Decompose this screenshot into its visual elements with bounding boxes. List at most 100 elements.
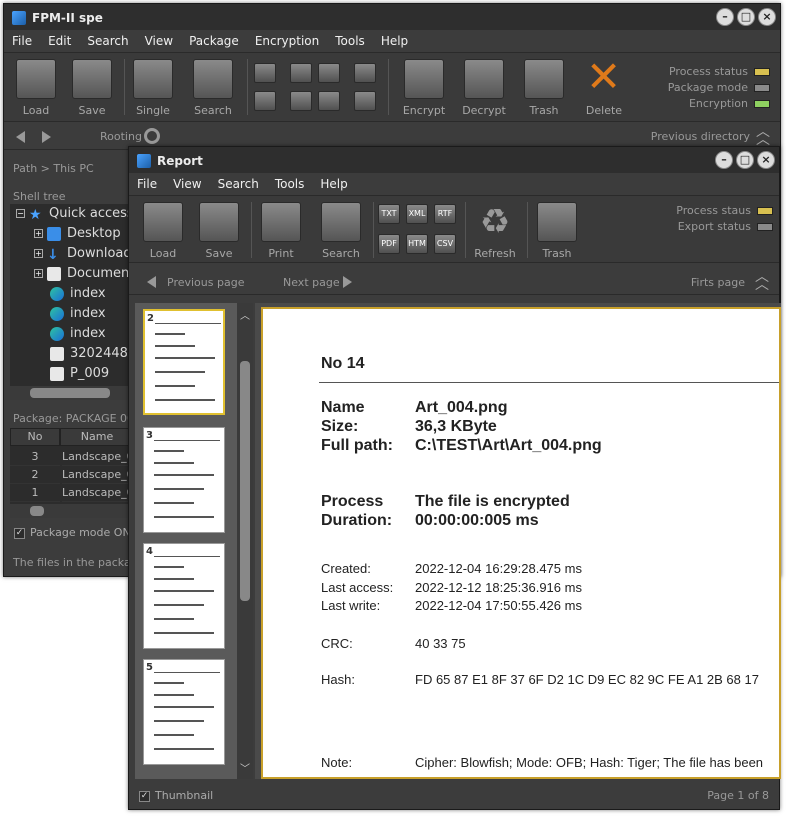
checklist-icon[interactable] — [354, 63, 376, 83]
first-page-label[interactable]: Firts page — [691, 276, 745, 289]
folder-icon[interactable] — [290, 63, 312, 83]
table-cell[interactable]: 2 — [10, 466, 60, 484]
refresh-button[interactable]: ♻ Refresh — [467, 196, 523, 262]
tree-item-documents[interactable]: + Documents — [34, 266, 141, 286]
thumbnail-panel[interactable]: 2 3 4 5 ︿ ﹀ — [135, 303, 253, 779]
thumbnail-page[interactable]: 4 — [143, 543, 225, 649]
delete-button[interactable]: ✕ Delete — [576, 53, 632, 119]
scroll-thumb[interactable] — [30, 506, 44, 516]
save-button[interactable]: Save — [64, 53, 120, 119]
search-button[interactable]: Search — [185, 53, 241, 119]
expand-icon[interactable]: + — [34, 229, 43, 238]
tree-item-index[interactable]: index — [50, 306, 106, 326]
refresh-icon[interactable] — [144, 128, 160, 144]
menu-search[interactable]: Search — [79, 34, 136, 48]
tree-item-quick-access[interactable]: − ★ Quick access — [16, 206, 134, 226]
table-cell[interactable]: 1 — [10, 484, 60, 502]
rooting-label[interactable]: Rooting — [100, 130, 142, 143]
previous-page-arrow-icon[interactable] — [147, 276, 156, 288]
list-icon[interactable] — [318, 91, 340, 111]
file-op-icon[interactable] — [254, 63, 276, 83]
rtf-export-icon[interactable]: RTF — [434, 204, 456, 224]
menu-view[interactable]: View — [137, 34, 181, 48]
next-page-arrow-icon[interactable] — [343, 276, 352, 288]
menu-tools[interactable]: Tools — [267, 177, 313, 191]
single-button[interactable]: Single — [125, 53, 181, 119]
checkbox-icon[interactable]: ✓ — [14, 527, 25, 539]
shell-tree[interactable]: − ★ Quick access + Desktop + ↓ Downloads + Doc… — [10, 204, 141, 400]
column-header-no[interactable]: No — [10, 428, 60, 446]
tree-item-file[interactable]: P_009 — [50, 366, 109, 386]
encrypt-button[interactable]: Encrypt — [396, 53, 452, 119]
tree-item-file[interactable]: 32024488 — [50, 346, 136, 366]
close-button[interactable]: × — [758, 8, 776, 26]
menu-file[interactable]: File — [4, 34, 40, 48]
scroll-down-icon[interactable]: ﹀ — [240, 760, 250, 775]
minimize-button[interactable]: – — [715, 151, 733, 169]
tree-item-downloads[interactable]: + ↓ Downloads — [34, 246, 138, 266]
tree-item-index[interactable]: index — [50, 326, 106, 346]
report-titlebar[interactable]: Report – □ × — [129, 147, 779, 175]
expand-icon[interactable]: + — [34, 249, 43, 258]
menu-file[interactable]: File — [129, 177, 165, 191]
minimize-button[interactable]: – — [716, 8, 734, 26]
thumbnail-page[interactable]: 2 — [143, 309, 225, 415]
main-titlebar[interactable]: FPM-II spe – □ × — [4, 4, 780, 32]
tree-item-index[interactable]: index — [50, 286, 106, 306]
chevron-up-icon[interactable]: ︿ ︿ — [755, 270, 769, 292]
forward-arrow-icon[interactable] — [42, 131, 51, 143]
maximize-button[interactable]: □ — [736, 151, 754, 169]
close-button[interactable]: × — [757, 151, 775, 169]
tree-item-desktop[interactable]: + Desktop — [34, 226, 121, 246]
trash-button[interactable]: Trash — [516, 53, 572, 119]
menu-view[interactable]: View — [165, 177, 209, 191]
scroll-thumb[interactable] — [30, 388, 110, 398]
table-cell[interactable]: Landscape_001 — [62, 448, 134, 466]
menu-search[interactable]: Search — [210, 177, 267, 191]
scroll-up-icon[interactable]: ︿ — [240, 307, 250, 322]
column-header-name[interactable]: Name — [60, 428, 134, 446]
tree-hscrollbar[interactable] — [10, 386, 134, 400]
htm-export-icon[interactable]: HTM — [406, 234, 428, 254]
csv-export-icon[interactable]: CSV — [434, 234, 456, 254]
menu-help[interactable]: Help — [373, 34, 416, 48]
menu-tools[interactable]: Tools — [327, 34, 373, 48]
scroll-thumb[interactable] — [240, 361, 250, 601]
table-cell[interactable]: 3 — [10, 448, 60, 466]
checkbox-icon[interactable]: ✓ — [139, 790, 150, 802]
package-mode-checkbox[interactable]: ✓ Package mode ON — [14, 526, 131, 539]
xml-export-icon[interactable]: XML — [406, 204, 428, 224]
table-cell[interactable]: Landscape_003 — [62, 484, 134, 502]
table-cell[interactable]: Landscape_002 — [62, 466, 134, 484]
save-button[interactable]: Save — [191, 196, 247, 262]
thumbnail-page[interactable]: 5 — [143, 659, 225, 765]
package-table[interactable]: No Name 3 Landscape_001 2 Landscape_002 … — [10, 428, 134, 518]
maximize-button[interactable]: □ — [737, 8, 755, 26]
expand-icon[interactable]: + — [34, 269, 43, 278]
add-icon[interactable] — [254, 91, 276, 111]
table-hscrollbar[interactable] — [10, 504, 134, 518]
menu-edit[interactable]: Edit — [40, 34, 79, 48]
load-button[interactable]: Load — [135, 196, 191, 262]
tools-icon[interactable] — [290, 91, 312, 111]
next-page-label[interactable]: Next page — [283, 276, 340, 289]
menu-help[interactable]: Help — [312, 177, 355, 191]
thumbnail-page[interactable]: 3 — [143, 427, 225, 533]
back-arrow-icon[interactable] — [16, 131, 25, 143]
drive-icon[interactable] — [318, 63, 340, 83]
decrypt-button[interactable]: Decrypt — [456, 53, 512, 119]
thumbnail-checkbox[interactable]: ✓ Thumbnail — [139, 789, 213, 802]
pdf-export-icon[interactable]: PDF — [378, 234, 400, 254]
collapse-icon[interactable]: − — [16, 209, 25, 218]
txt-export-icon[interactable]: TXT — [378, 204, 400, 224]
document-viewport[interactable]: No 14 Name Art_004.png Size: 36,3 KByte … — [255, 303, 781, 779]
chevron-up-icon[interactable]: ︿ ︿ — [756, 125, 770, 147]
box-icon[interactable] — [354, 91, 376, 111]
trash-button[interactable]: Trash — [529, 196, 585, 262]
load-button[interactable]: Load — [8, 53, 64, 119]
path-breadcrumb[interactable]: Path > This PC — [13, 162, 94, 175]
thumbnail-vscrollbar[interactable]: ︿ ﹀ — [237, 303, 253, 779]
search-button[interactable]: Search — [313, 196, 369, 262]
previous-directory-label[interactable]: Previous directory — [651, 130, 750, 143]
menu-package[interactable]: Package — [181, 34, 247, 48]
